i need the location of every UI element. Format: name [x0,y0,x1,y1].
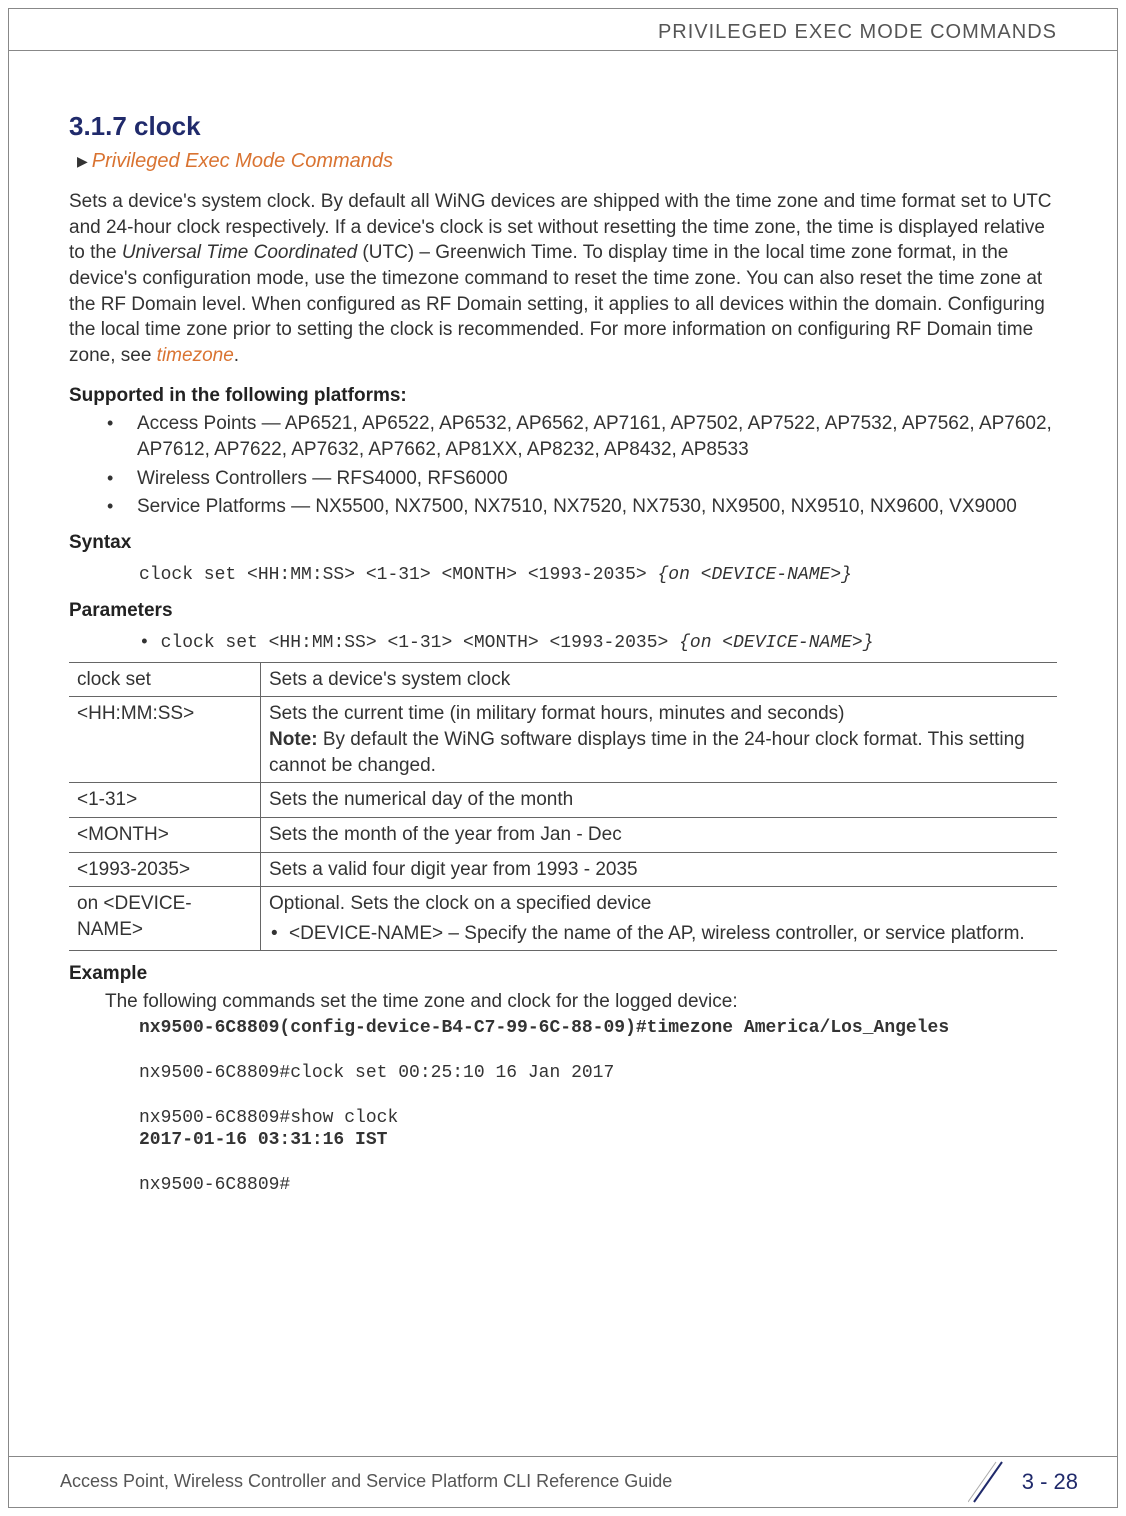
parameters-heading: Parameters [69,598,1057,624]
footer-page-number: 3 - 28 [1022,1467,1078,1497]
table-row: <1993-2035> Sets a valid four digit year… [69,852,1057,887]
param-name: <1-31> [69,783,261,818]
supported-list: Access Points — AP6521, AP6522, AP6532, … [69,411,1057,520]
param-desc: Sets a valid four digit year from 1993 -… [261,852,1058,887]
param-desc: Sets a device's system clock [261,662,1058,697]
example-intro: The following commands set the time zone… [105,989,1057,1015]
parameters-table: clock set Sets a device's system clock <… [69,662,1057,952]
syntax-heading: Syntax [69,530,1057,556]
example-line-4: 2017-01-16 03:31:16 IST [139,1130,387,1150]
table-row: <1-31> Sets the numerical day of the mon… [69,783,1057,818]
table-row: <MONTH> Sets the month of the year from … [69,817,1057,852]
page-frame: PRIVILEGED EXEC MODE COMMANDS 3.1.7 cloc… [8,8,1118,1508]
param-desc: Sets the current time (in military forma… [261,697,1058,783]
parameters-bullet-line: clock set <HH:MM:SS> <1-31> <MONTH> <199… [139,629,1057,655]
intro-paragraph: Sets a device's system clock. By default… [69,189,1057,368]
param-name: <1993-2035> [69,852,261,887]
example-block: nx9500-6C8809(config-device-B4-C7-99-6C-… [139,1017,1057,1197]
supported-heading: Supported in the following platforms: [69,383,1057,409]
syntax-line: clock set <HH:MM:SS> <1-31> <MONTH> <199… [139,561,1057,587]
note-label: Note: [269,729,318,750]
example-line-2: nx9500-6C8809#clock set 00:25:10 16 Jan … [139,1063,614,1083]
footer-title: Access Point, Wireless Controller and Se… [60,1469,672,1493]
table-row: clock set Sets a device's system clock [69,662,1057,697]
syntax-italic: {on <DEVICE-NAME>} [657,565,851,585]
running-header: PRIVILEGED EXEC MODE COMMANDS [9,9,1117,51]
footer-right: 3 - 28 [968,1460,1078,1504]
param-name: <MONTH> [69,817,261,852]
breadcrumb-link[interactable]: Privileged Exec Mode Commands [92,148,393,175]
table-row: on <DEVICE-NAME> Optional. Sets the cloc… [69,887,1057,951]
page-content: 3.1.7 clock ▶ Privileged Exec Mode Comma… [9,51,1117,1197]
syntax-plain: clock set <HH:MM:SS> <1-31> <MONTH> <199… [139,565,657,585]
header-breadcrumb: PRIVILEGED EXEC MODE COMMANDS [658,21,1057,43]
param-desc: Sets the numerical day of the month [261,783,1058,818]
page-footer: Access Point, Wireless Controller and Se… [8,1456,1118,1506]
list-item: Service Platforms — NX5500, NX7500, NX75… [69,494,1057,520]
footer-slash-icon [968,1460,1008,1504]
example-line-3: nx9500-6C8809#show clock [139,1108,398,1128]
note-text: By default the WiNG software displays ti… [269,729,1025,776]
param-name: on <DEVICE-NAME> [69,887,261,951]
list-item: Wireless Controllers — RFS4000, RFS6000 [69,466,1057,492]
params-bullet-italic: {on <DEVICE-NAME>} [679,633,873,653]
param-desc: Optional. Sets the clock on a specified … [261,887,1058,951]
example-line-5: nx9500-6C8809# [139,1175,290,1195]
table-row: <HH:MM:SS> Sets the current time (in mil… [69,697,1057,783]
param-sub-bullet: <DEVICE-NAME> – Specify the name of the … [269,921,1049,947]
intro-end: . [234,345,239,366]
example-line-1: nx9500-6C8809(config-device-B4-C7-99-6C-… [139,1018,949,1038]
section-title: 3.1.7 clock [69,109,1057,144]
list-item: Access Points — AP6521, AP6522, AP6532, … [69,411,1057,462]
param-name: clock set [69,662,261,697]
intro-italic: Universal Time Coordinated [122,242,357,263]
param-desc-line1: Optional. Sets the clock on a specified … [269,891,1049,917]
breadcrumb: ▶ Privileged Exec Mode Commands [77,148,1057,175]
timezone-link[interactable]: timezone [157,345,234,366]
breadcrumb-arrow-icon: ▶ [77,152,88,171]
example-heading: Example [69,961,1057,987]
params-bullet-plain: clock set <HH:MM:SS> <1-31> <MONTH> <199… [139,633,679,653]
param-desc-note: Note: By default the WiNG software displ… [269,727,1049,778]
param-desc: Sets the month of the year from Jan - De… [261,817,1058,852]
param-name: <HH:MM:SS> [69,697,261,783]
param-desc-line1: Sets the current time (in military forma… [269,701,1049,727]
